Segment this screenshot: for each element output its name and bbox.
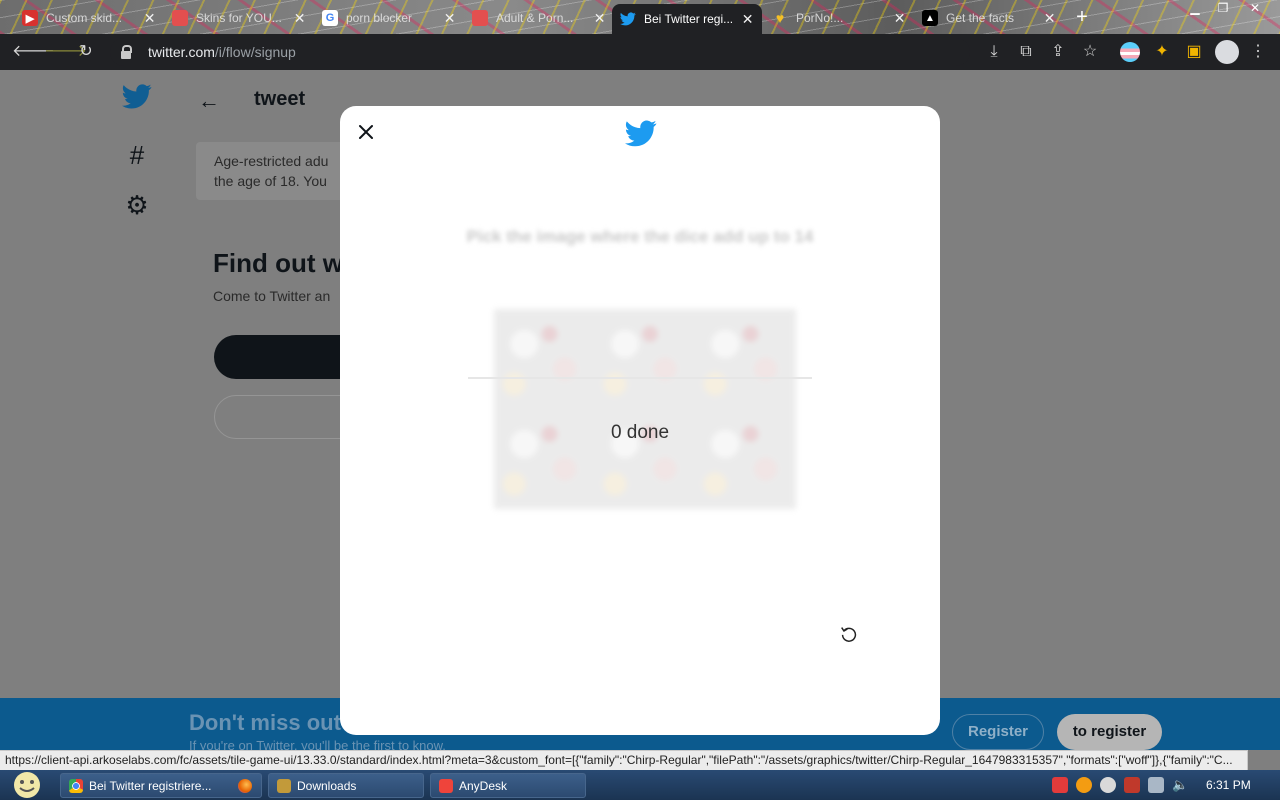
tray-anydesk-icon[interactable]	[1052, 777, 1068, 793]
back-arrow-icon[interactable]: ←	[198, 88, 220, 114]
captcha-divider	[468, 377, 812, 379]
tray-volume-icon[interactable]: 🔈	[1172, 777, 1188, 793]
taskbar-item-firefox[interactable]	[226, 773, 264, 798]
tab-0[interactable]: ▶ Custom skid... ✕	[14, 4, 164, 32]
banner-title: Don't miss out	[189, 710, 341, 735]
refresh-icon[interactable]	[838, 623, 860, 645]
install-icon[interactable]: ⤓	[984, 42, 1004, 62]
settings-gear-icon[interactable]: ⚙	[122, 190, 152, 220]
tab-title: PorNo!...	[796, 11, 844, 25]
extensions-puzzle-icon[interactable]: ✦	[1152, 42, 1172, 62]
forward-icon[interactable]: 🡒	[44, 42, 87, 62]
twitter-bird-icon	[620, 11, 636, 27]
captcha-modal: Pick the image where the dice add up to …	[340, 106, 940, 735]
windows-taskbar: Bei Twitter registriere... Downloads Any…	[0, 770, 1280, 800]
twitter-logo-icon	[625, 120, 657, 148]
minimize-icon[interactable]: ▁	[1180, 0, 1210, 18]
browser-tab-strip: ▶ Custom skid... ✕ Skins for YOU... ✕ G …	[0, 0, 1280, 34]
translate-icon[interactable]: ⧉	[1016, 42, 1036, 62]
restore-icon[interactable]: ❐	[1208, 0, 1238, 18]
tab-1[interactable]: Skins for YOU... ✕	[164, 4, 314, 32]
tab-title: Custom skid...	[46, 11, 123, 25]
close-icon[interactable]	[354, 120, 378, 144]
taskbar-item-anydesk[interactable]: AnyDesk	[430, 773, 586, 798]
tab-close-icon[interactable]: ✕	[293, 11, 306, 25]
extension-flag-icon[interactable]	[1120, 42, 1140, 62]
tab-favicon-icon	[472, 10, 488, 26]
tab-close-icon[interactable]: ✕	[1043, 11, 1056, 25]
tab-close-icon[interactable]: ✕	[593, 11, 606, 25]
captcha-instruction: Pick the image where the dice add up to …	[466, 227, 814, 246]
tab-favicon-icon	[172, 10, 188, 26]
tab-close-icon[interactable]: ✕	[443, 11, 456, 25]
tab-close-icon[interactable]: ✕	[893, 11, 906, 25]
taskbar-item-label: Downloads	[297, 778, 357, 793]
anydesk-icon	[439, 778, 453, 793]
google-icon: G	[322, 10, 338, 26]
tab-5[interactable]: ♥ PorNo!... ✕	[764, 4, 914, 32]
link-status-bubble: https://client-api.arkoselabs.com/fc/ass…	[0, 750, 1248, 770]
register-button[interactable]: Register	[952, 714, 1044, 750]
back-icon[interactable]: 🡐	[12, 42, 55, 62]
tab-close-icon[interactable]: ✕	[741, 12, 754, 26]
reload-icon[interactable]: ↻	[76, 42, 96, 62]
heart-icon: ♥	[775, 10, 785, 26]
tab-close-icon[interactable]: ✕	[143, 11, 156, 25]
taskbar-item-downloads[interactable]: Downloads	[268, 773, 424, 798]
chrome-icon	[69, 778, 83, 793]
profile-avatar-icon[interactable]	[1215, 40, 1239, 64]
find-out-subtext: Come to Twitter an	[213, 288, 331, 304]
captcha-tile[interactable]	[594, 309, 696, 409]
url-text: twitter.com/i/flow/signup	[148, 44, 296, 60]
side-panel-icon[interactable]: ▣	[1184, 42, 1204, 62]
tab-4-active[interactable]: Bei Twitter regi... ✕	[612, 4, 762, 34]
tab-6[interactable]: ▲ Get the facts ✕	[914, 4, 1064, 32]
bookmark-star-icon[interactable]: ☆	[1080, 42, 1100, 62]
taskbar-item-label: Bei Twitter registriere...	[89, 778, 212, 793]
tray-minus-icon[interactable]	[1100, 777, 1116, 793]
start-button[interactable]	[8, 770, 46, 800]
tab-title: Bei Twitter regi...	[644, 12, 734, 26]
captcha-image-grid[interactable]	[494, 309, 796, 509]
page-title: tweet	[254, 88, 306, 110]
captcha-tile[interactable]	[695, 309, 796, 409]
taskbar-item-label: AnyDesk	[459, 778, 508, 793]
tab-title: Get the facts	[946, 11, 1015, 25]
browser-toolbar: 🡐 🡒 ↻ twitter.com/i/flow/signup ⤓ ⧉ ⇪ ☆ …	[0, 34, 1280, 70]
taskbar-clock: 6:31 PM	[1206, 778, 1251, 792]
tab-2[interactable]: G porn blocker ✕	[314, 4, 464, 32]
firefox-icon	[238, 778, 252, 793]
twitter-logo-icon[interactable]	[122, 84, 152, 114]
new-tab-button[interactable]: +	[1070, 6, 1094, 30]
lock-icon	[118, 44, 134, 60]
find-out-heading: Find out w	[213, 248, 343, 278]
tab-title: porn blocker	[346, 11, 413, 25]
tab-favicon-icon: ▶	[22, 10, 38, 26]
share-icon[interactable]: ⇪	[1048, 42, 1068, 62]
captcha-tile[interactable]	[494, 309, 595, 409]
tray-search-icon[interactable]	[1076, 777, 1092, 793]
to-register-button[interactable]: to register	[1057, 714, 1162, 750]
tray-security-icon[interactable]	[1124, 777, 1140, 793]
menu-kebab-icon[interactable]: ⋮	[1248, 42, 1268, 62]
captcha-progress-status: 0 done	[610, 422, 670, 443]
tab-title: Skins for YOU...	[196, 11, 282, 25]
window-close-icon[interactable]: ✕	[1240, 0, 1270, 18]
tab-title: Adult & Porn...	[496, 11, 574, 25]
tab-favicon-icon: ▲	[922, 10, 938, 26]
tray-network-icon[interactable]	[1148, 777, 1164, 793]
folder-icon	[277, 778, 291, 793]
address-bar[interactable]: twitter.com/i/flow/signup	[110, 38, 970, 66]
tab-3[interactable]: Adult & Porn... ✕	[464, 4, 614, 32]
explore-hashtag-icon[interactable]: #	[122, 140, 152, 170]
